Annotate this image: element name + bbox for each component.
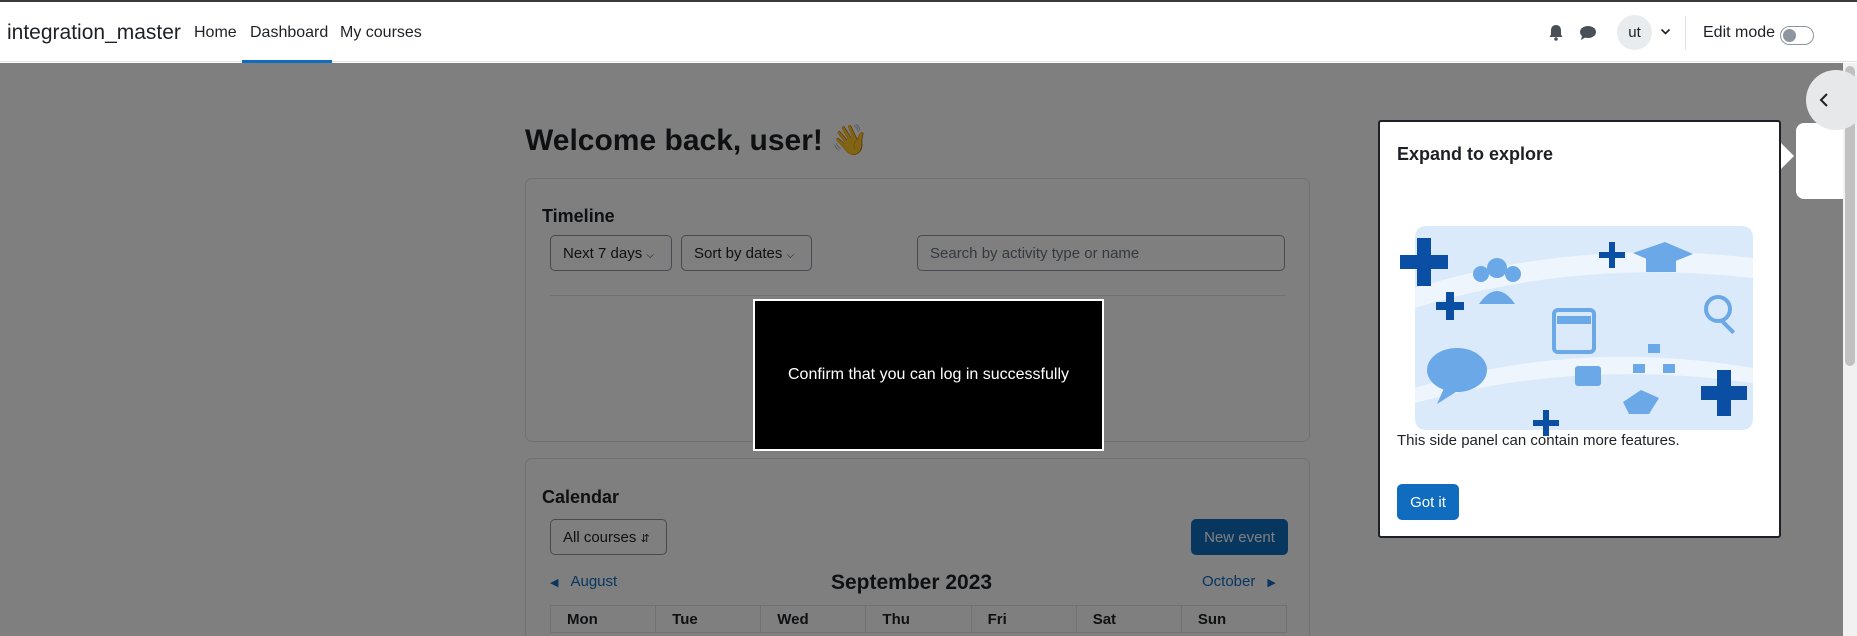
popover-arrow [1780, 142, 1794, 170]
nav-home[interactable]: Home [194, 24, 237, 42]
chevron-left-icon [1819, 93, 1828, 107]
navbar-divider [1685, 16, 1686, 50]
chat-icon[interactable] [1579, 25, 1597, 41]
avatar-initials: ut [1628, 24, 1641, 41]
top-navbar: integration_master Home Dashboard My cou… [0, 0, 1857, 63]
user-avatar[interactable]: ut [1617, 15, 1652, 50]
drawer-toggle-button[interactable] [1806, 70, 1857, 130]
site-brand[interactable]: integration_master [7, 21, 181, 45]
edit-mode-toggle[interactable] [1780, 26, 1814, 45]
explore-illustration-icon [1400, 226, 1753, 436]
nav-dashboard[interactable]: Dashboard [250, 24, 328, 42]
popover-title: Expand to explore [1397, 144, 1554, 164]
chevron-down-icon[interactable] [1660, 28, 1671, 36]
tour-popover: Expand to explore This side panel can co… [1378, 120, 1781, 538]
popover-body: This side panel can contain more feature… [1397, 432, 1680, 449]
drawer-edge [1796, 123, 1843, 199]
bell-icon[interactable] [1548, 24, 1564, 41]
got-it-button[interactable]: Got it [1397, 484, 1459, 520]
toast-message: Confirm that you can log in successfully [753, 299, 1104, 451]
nav-my-courses[interactable]: My courses [340, 24, 422, 42]
edit-mode-label: Edit mode [1703, 24, 1776, 41]
